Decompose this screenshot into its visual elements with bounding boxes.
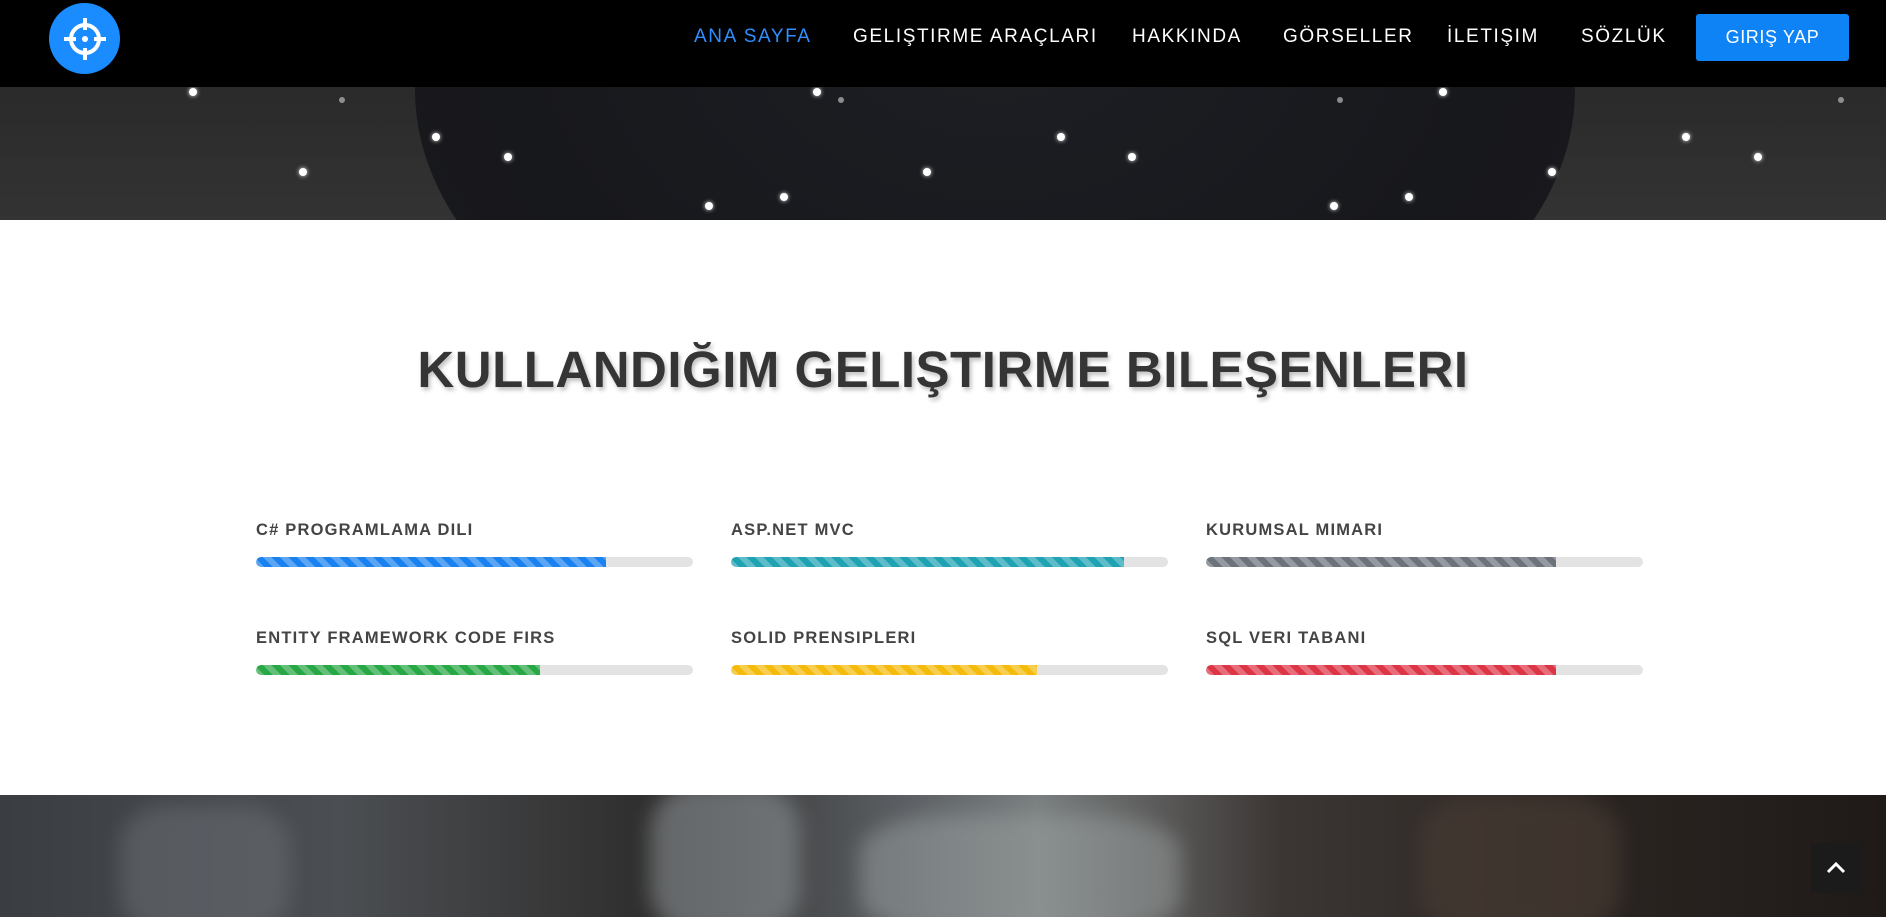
skill-label: ASP.NET MVC (731, 521, 855, 539)
star (189, 88, 197, 96)
section-title: KULLANDIĞIM GELIŞTIRME BILEŞENLERI (417, 341, 1469, 398)
progress-fill (1206, 557, 1556, 567)
star (1754, 153, 1762, 161)
star (339, 97, 345, 103)
star (780, 193, 788, 201)
star (1128, 153, 1136, 161)
nav-link-hakkinda[interactable]: HAKKINDA (1132, 26, 1242, 48)
star (299, 168, 307, 176)
navbar: ANA SAYFA GELIŞTIRME ARAÇLARI HAKKINDA G… (0, 0, 1886, 87)
chevron-up-icon (1826, 861, 1846, 874)
nav-link-ana-sayfa[interactable]: ANA SAYFA (694, 26, 812, 48)
progress-track (731, 557, 1168, 567)
skill-item: SOLID PRENSIPLERI (731, 629, 1168, 675)
skill-label: SOLID PRENSIPLERI (731, 629, 917, 647)
skill-item: SQL VERI TABANI (1206, 629, 1643, 675)
skill-label: C# PROGRAMLAMA DILI (256, 521, 474, 539)
photo-blur (650, 795, 800, 917)
logo[interactable] (49, 3, 120, 74)
nav-link-gorseller[interactable]: GÖRSELLER (1283, 26, 1414, 48)
progress-fill (1206, 665, 1556, 675)
star (813, 88, 821, 96)
photo-blur (1420, 795, 1620, 917)
crosshair-icon (63, 17, 106, 60)
back-to-top-button[interactable] (1811, 843, 1861, 893)
progress-track (731, 665, 1168, 675)
star (923, 168, 931, 176)
star (1548, 168, 1556, 176)
progress-fill (256, 665, 541, 675)
progress-fill (256, 557, 606, 567)
skill-label: SQL VERI TABANI (1206, 629, 1367, 647)
photo-blur (860, 815, 1180, 917)
nav-link-iletisim[interactable]: İLETIŞIM (1447, 26, 1539, 48)
progress-track (256, 665, 693, 675)
star (1838, 97, 1844, 103)
skill-item: C# PROGRAMLAMA DILI (256, 521, 693, 567)
nav-link-sozluk[interactable]: SÖZLÜK (1581, 26, 1667, 48)
star (1330, 202, 1338, 210)
star (838, 97, 844, 103)
skill-item: ENTITY FRAMEWORK CODE FIRS (256, 629, 693, 675)
skill-label: KURUMSAL MIMARI (1206, 521, 1384, 539)
photo-blur (120, 805, 290, 917)
star (1682, 133, 1690, 141)
star (1439, 88, 1447, 96)
skills-section: KULLANDIĞIM GELIŞTIRME BILEŞENLERI C# PR… (0, 220, 1886, 795)
skill-item: ASP.NET MVC (731, 521, 1168, 567)
progress-fill (731, 665, 1037, 675)
progress-fill (731, 557, 1125, 567)
star (432, 133, 440, 141)
star (1337, 97, 1343, 103)
nav-link-gelistirme-araclari[interactable]: GELIŞTIRME ARAÇLARI (853, 26, 1098, 48)
progress-track (1206, 665, 1643, 675)
star (1057, 133, 1065, 141)
star (705, 202, 713, 210)
progress-track (1206, 557, 1643, 567)
star (504, 153, 512, 161)
star (1405, 193, 1413, 201)
bottom-photo-band (0, 795, 1886, 917)
skill-label: ENTITY FRAMEWORK CODE FIRS (256, 629, 556, 647)
login-button[interactable]: GIRIŞ YAP (1696, 14, 1849, 61)
skill-item: KURUMSAL MIMARI (1206, 521, 1643, 567)
progress-track (256, 557, 693, 567)
